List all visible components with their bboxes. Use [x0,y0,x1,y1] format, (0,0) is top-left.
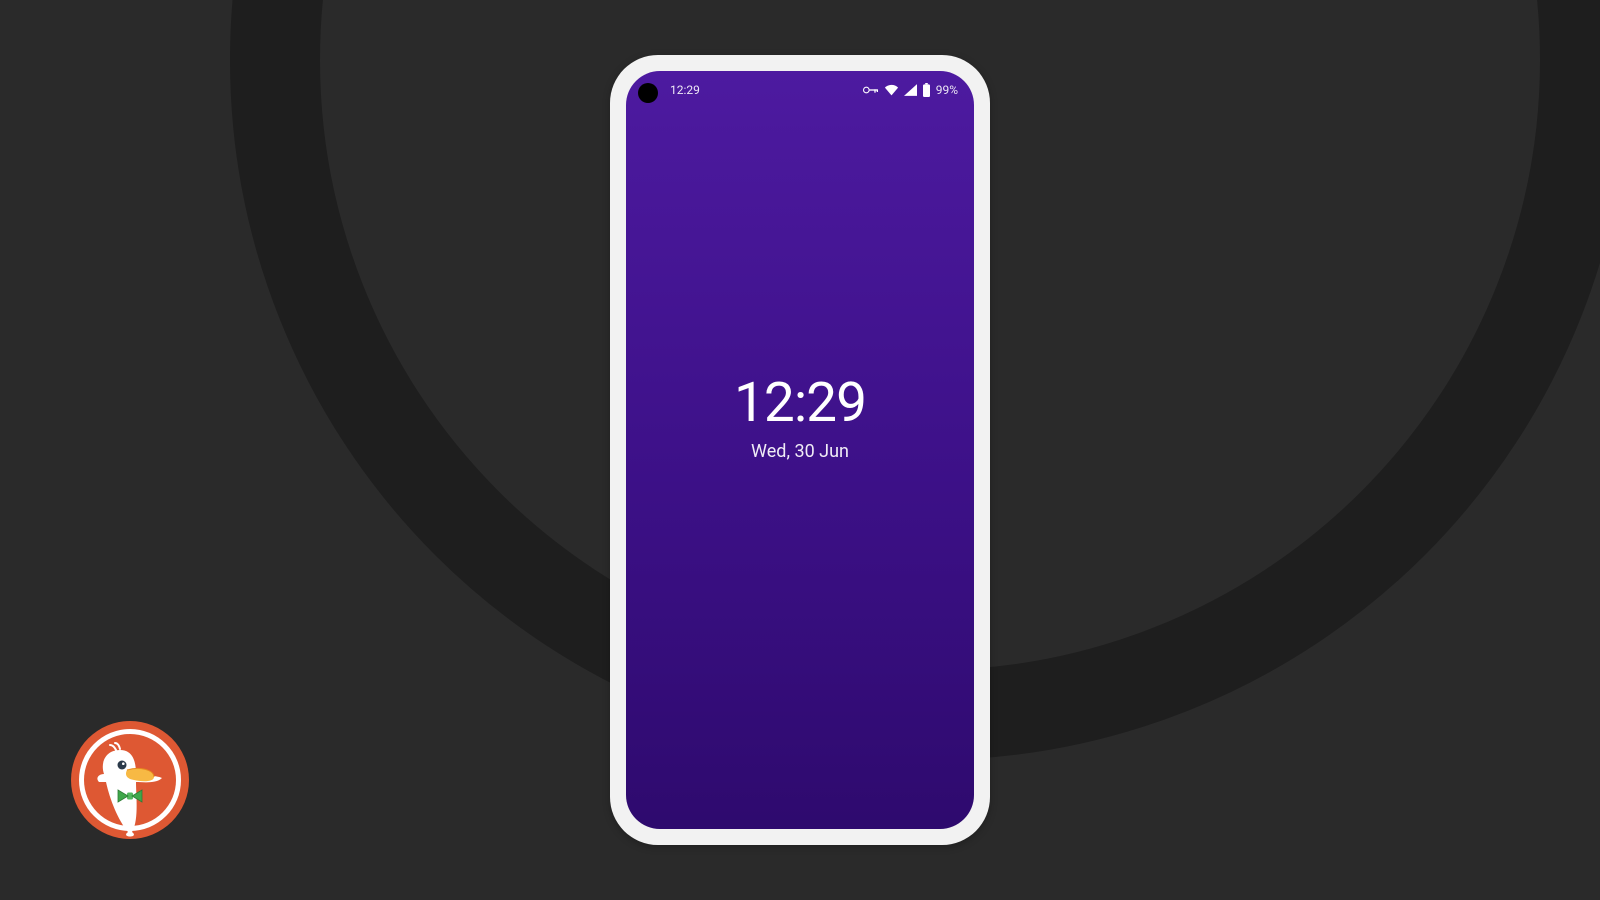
battery-icon [922,83,931,97]
status-bar-left: 12:29 [670,83,700,97]
battery-percentage: 99% [936,83,958,97]
status-time: 12:29 [670,83,700,97]
cell-signal-icon [904,84,917,96]
vpn-key-icon [863,85,879,95]
phone-frame: 12:29 [610,55,990,845]
status-bar: 12:29 [626,71,974,109]
wifi-icon [884,84,899,96]
status-bar-right: 99% [863,83,958,97]
lock-screen-time: 12:29 [626,371,974,435]
duckduckgo-logo [70,720,190,840]
lock-screen-clock: 12:29 Wed, 30 Jun [626,371,974,462]
promo-canvas: 12:29 [0,0,1600,900]
lock-screen-date: Wed, 30 Jun [626,441,974,462]
phone-screen[interactable]: 12:29 [626,71,974,829]
